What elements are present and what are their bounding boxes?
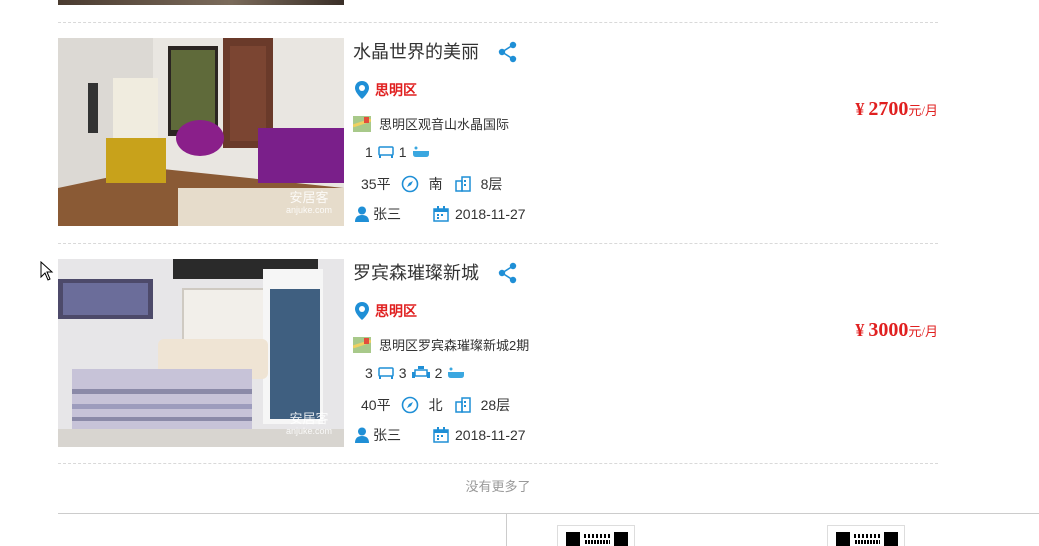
agent-name[interactable]: 张三 [373,425,401,445]
footer-column-divider [506,513,507,546]
user-icon [355,206,369,222]
sofa-icon [411,366,430,378]
bed-icon [378,367,394,379]
building-icon [454,397,471,413]
footer-divider [58,513,1039,514]
watermark: 安居客 anjuke.com [285,411,332,436]
listing-title[interactable]: 水晶世界的美丽 [353,40,479,64]
bed-icon [378,146,394,158]
area: 35平 [361,176,391,192]
listing-photo[interactable]: 安居客 anjuke.com [58,259,344,447]
share-icon[interactable] [497,41,519,63]
watermark: 安居客 anjuke.com [285,190,332,215]
post-date: 2018-11-27 [455,206,526,222]
bedroom-count: 3 [365,365,373,381]
orientation: 南 [428,176,443,192]
listing-card[interactable]: 安居客 anjuke.com 罗宾森璀璨新城 思明区 思明区罗宾森璀璨新城2期 … [58,259,938,447]
listing-address: 思明区罗宾森璀璨新城2期 [379,338,530,353]
listing-photo[interactable]: 安居客 anjuke.com [58,38,344,226]
qr-code [557,525,635,546]
map-icon [353,336,371,353]
calendar-icon [433,427,449,443]
calendar-icon [433,206,449,222]
compass-icon [401,396,418,414]
no-more-results: 没有更多了 [465,479,531,494]
listing-price: ¥ 3000元/月 [855,319,938,341]
building-icon [454,176,471,192]
listing-title[interactable]: 罗宾森璀璨新城 [353,261,479,285]
divider [58,243,938,244]
previous-listing-image[interactable] [58,0,344,5]
listing-price: ¥ 2700元/月 [855,98,938,120]
bathtub-icon [412,146,429,157]
post-date: 2018-11-27 [455,427,526,443]
share-icon[interactable] [497,262,519,284]
bathroom-count: 2 [434,365,443,381]
floor: 28层 [480,397,511,413]
district-link[interactable]: 思明区 [375,80,417,100]
bathroom-count: 1 [398,144,407,160]
orientation: 北 [428,397,443,413]
location-pin-icon [355,302,369,320]
livingroom-count: 3 [398,365,407,381]
floor: 8层 [480,176,503,192]
district-link[interactable]: 思明区 [375,301,417,321]
qr-code [827,525,905,546]
listing-address: 思明区观音山水晶国际 [379,117,510,132]
divider [58,463,938,464]
compass-icon [401,175,418,193]
agent-name[interactable]: 张三 [373,204,401,224]
area: 40平 [361,397,391,413]
bathtub-icon [448,367,465,378]
location-pin-icon [355,81,369,99]
mouse-cursor-icon [40,261,54,281]
divider [58,22,938,23]
user-icon [355,427,369,443]
listing-card[interactable]: 安居客 anjuke.com 水晶世界的美丽 思明区 思明区观音山水晶国际 1 … [58,38,938,226]
bedroom-count: 1 [365,144,373,160]
map-icon [353,115,371,132]
